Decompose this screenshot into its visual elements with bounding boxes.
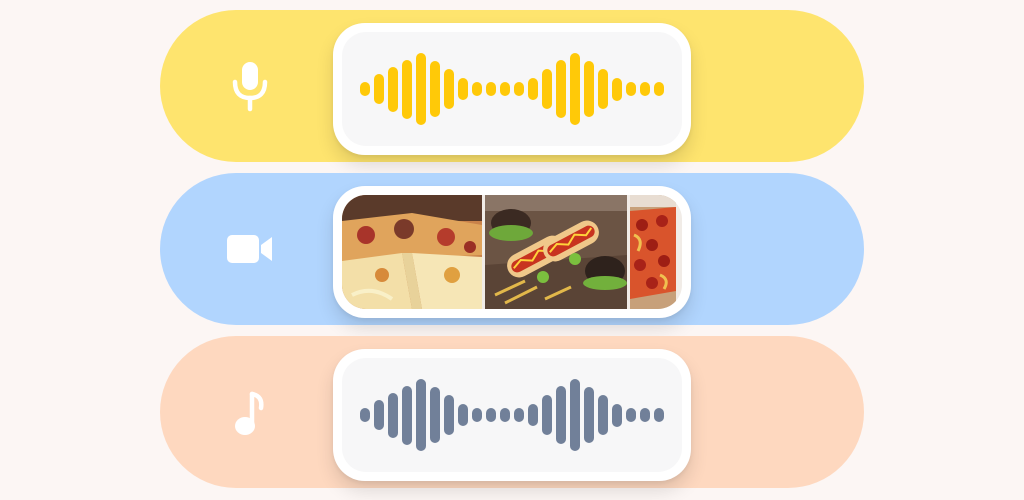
waveform-bar — [402, 385, 412, 445]
microphone-icon — [220, 56, 280, 116]
waveform-bar — [640, 82, 650, 96]
audio-row — [160, 10, 864, 162]
waveform-bar — [486, 408, 496, 422]
waveform-bar — [374, 400, 384, 430]
waveform-bar — [556, 386, 566, 444]
waveform-bar — [458, 78, 468, 100]
waveform-bar — [500, 82, 510, 96]
waveform-bar — [612, 77, 622, 101]
waveform-bar — [416, 53, 426, 125]
waveform-bar — [570, 379, 580, 451]
waveform-bar — [514, 408, 524, 422]
waveform-bar — [626, 408, 636, 422]
waveform-bar — [570, 53, 580, 125]
waveform-bar — [360, 408, 370, 422]
waveform-bar — [584, 387, 594, 443]
music-waveform-card — [333, 349, 691, 481]
waveform-bar — [444, 69, 454, 109]
waveform-bar — [584, 61, 594, 117]
waveform-bar — [598, 395, 608, 435]
waveform-bar — [542, 69, 552, 109]
thumbnail-pepperoni-pizza — [630, 195, 676, 309]
waveform-bar — [542, 395, 552, 435]
waveform-bar — [402, 59, 412, 119]
waveform-bar — [654, 408, 664, 422]
waveform-bar — [472, 82, 482, 96]
thumbnail-pizza-slices — [342, 195, 482, 309]
waveform-bar — [640, 408, 650, 422]
waveform-bar — [500, 408, 510, 422]
waveform-bar — [612, 403, 622, 427]
waveform-bar — [654, 82, 664, 96]
media-types-illustration — [0, 0, 1024, 500]
waveform-bar — [458, 404, 468, 426]
waveform-bar — [374, 74, 384, 104]
audio-waveform-card — [333, 23, 691, 155]
waveform-bar — [388, 392, 398, 438]
waveform-bar — [486, 82, 496, 96]
music-note-icon — [220, 382, 280, 442]
waveform-bar — [598, 69, 608, 109]
waveform-bar — [514, 82, 524, 96]
waveform-bar — [444, 395, 454, 435]
waveform-bar — [528, 78, 538, 100]
waveform-bar — [556, 60, 566, 118]
video-camera-icon — [220, 219, 280, 279]
waveform-bar — [626, 82, 636, 96]
waveform-bar — [416, 379, 426, 451]
music-row — [160, 336, 864, 488]
audio-waveform — [360, 53, 664, 125]
video-row — [160, 173, 864, 325]
waveform-bar — [430, 387, 440, 443]
waveform-bar — [472, 408, 482, 422]
thumbnail-hot-dogs-and-burgers — [485, 195, 627, 309]
waveform-bar — [528, 404, 538, 426]
waveform-bar — [360, 82, 370, 96]
video-thumbnails-card — [333, 186, 691, 318]
waveform-bar — [430, 61, 440, 117]
waveform-bar — [388, 66, 398, 112]
music-waveform — [360, 379, 664, 451]
